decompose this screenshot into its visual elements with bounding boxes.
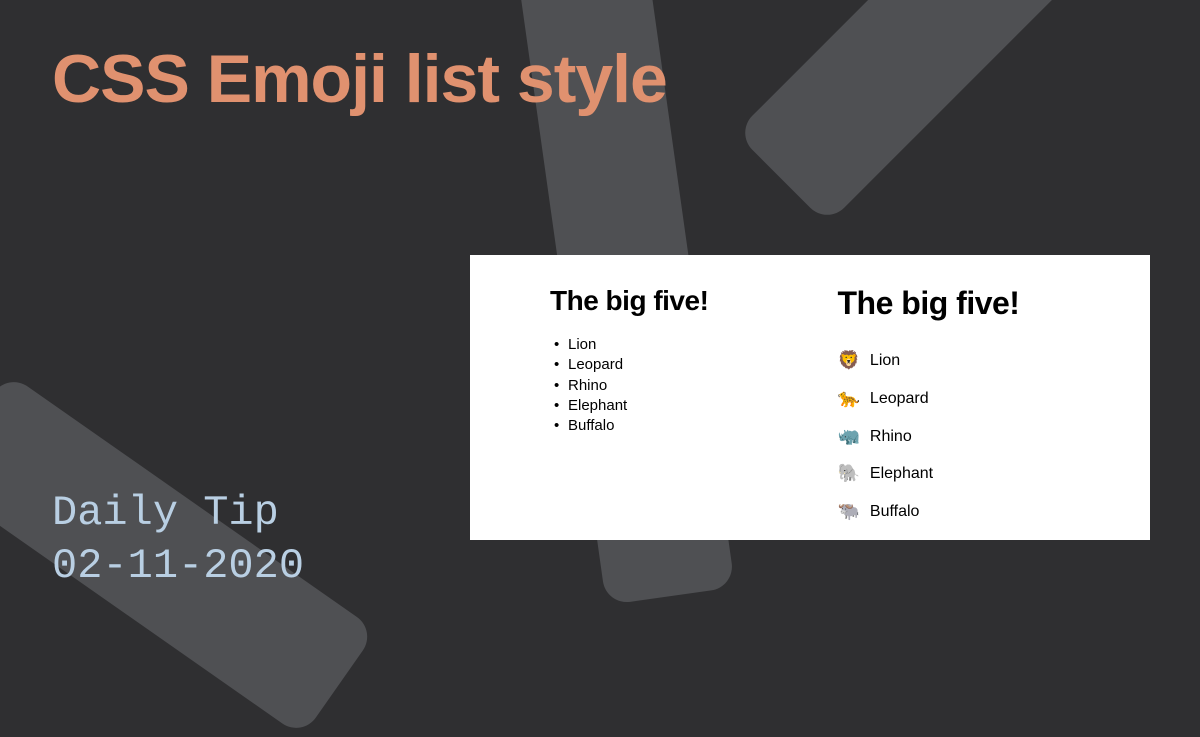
list-item: Buffalo bbox=[568, 416, 818, 436]
emoji-list-column: The big five! 🦁 Lion 🐆 Leopard 🦏 Rhino 🐘… bbox=[818, 285, 1106, 510]
preview-card: The big five! Lion Leopard Rhino Elephan… bbox=[470, 255, 1150, 540]
list-item: Elephant bbox=[568, 396, 818, 416]
background-shape bbox=[735, 0, 1074, 225]
list-item: 🦏 Rhino bbox=[838, 418, 1106, 456]
list-heading: The big five! bbox=[550, 285, 818, 317]
emoji-animal-list: 🦁 Lion 🐆 Leopard 🦏 Rhino 🐘 Elephant 🐃 Bu… bbox=[838, 342, 1106, 531]
list-item: Rhino bbox=[568, 376, 818, 396]
list-heading: The big five! bbox=[838, 285, 1106, 322]
list-item: 🐘 Elephant bbox=[838, 455, 1106, 493]
list-item: Leopard bbox=[568, 355, 818, 375]
list-item: 🦁 Lion bbox=[838, 342, 1106, 380]
list-item: Lion bbox=[568, 335, 818, 355]
elephant-emoji-icon: 🐘 bbox=[838, 455, 860, 493]
list-item: 🐆 Leopard bbox=[838, 380, 1106, 418]
animal-label: Lion bbox=[870, 344, 900, 378]
list-item: 🐃 Buffalo bbox=[838, 493, 1106, 531]
page-title: CSS Emoji list style bbox=[52, 40, 667, 118]
subtitle-label: Daily Tip bbox=[52, 487, 304, 540]
buffalo-emoji-icon: 🐃 bbox=[838, 493, 860, 531]
animal-label: Elephant bbox=[870, 457, 933, 491]
animal-label: Buffalo bbox=[870, 495, 920, 529]
subtitle-date: 02-11-2020 bbox=[52, 540, 304, 593]
plain-list-column: The big five! Lion Leopard Rhino Elephan… bbox=[515, 285, 818, 510]
lion-emoji-icon: 🦁 bbox=[838, 342, 860, 380]
plain-animal-list: Lion Leopard Rhino Elephant Buffalo bbox=[550, 335, 818, 436]
animal-label: Rhino bbox=[870, 420, 912, 454]
rhino-emoji-icon: 🦏 bbox=[838, 418, 860, 456]
leopard-emoji-icon: 🐆 bbox=[838, 380, 860, 418]
subtitle: Daily Tip 02-11-2020 bbox=[52, 487, 304, 592]
animal-label: Leopard bbox=[870, 382, 929, 416]
